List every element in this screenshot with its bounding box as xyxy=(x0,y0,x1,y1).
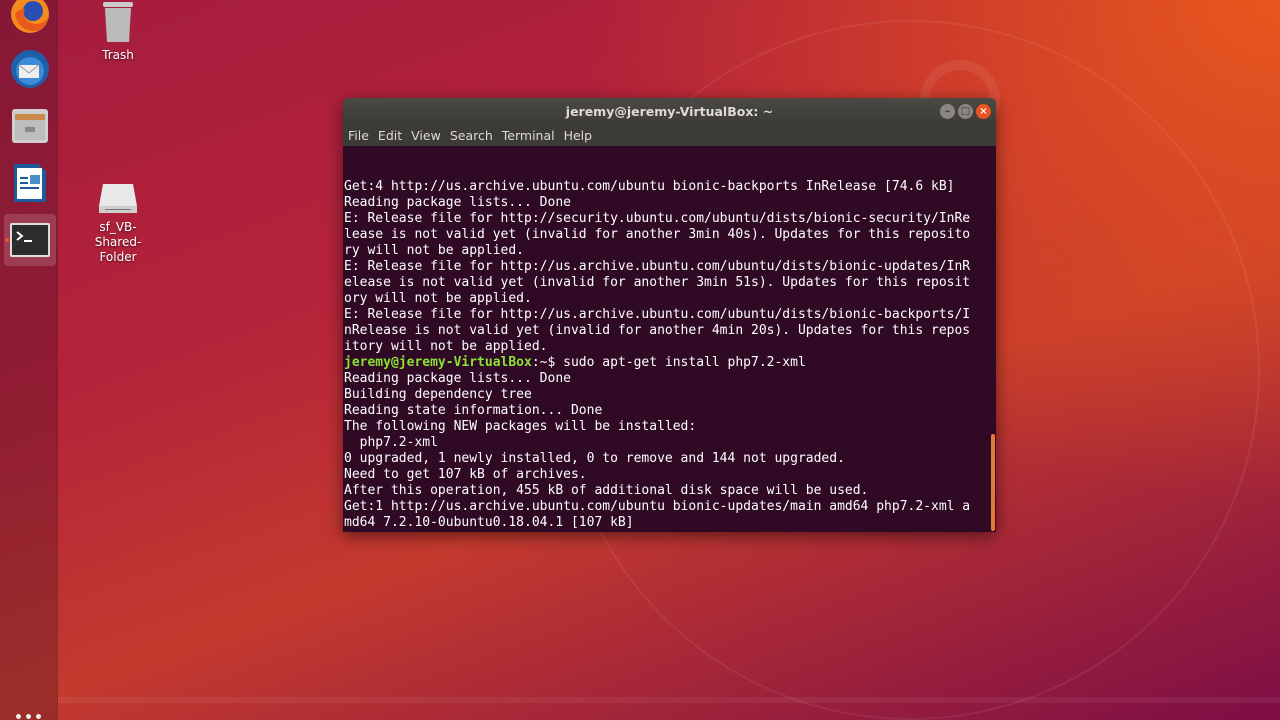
running-indicator xyxy=(5,238,9,242)
dock-writer[interactable] xyxy=(4,157,56,209)
output-line: Need to get 107 kB of archives. xyxy=(344,467,587,482)
prompt: jeremy@jeremy-VirtualBox xyxy=(344,355,532,370)
output-line: elease is not valid yet (invalid for ano… xyxy=(344,275,971,290)
dock-thunderbird[interactable] xyxy=(4,43,56,95)
desktop-shared-folder[interactable]: sf_VB- Shared- Folder xyxy=(78,182,158,265)
window-title: jeremy@jeremy-VirtualBox: ~ xyxy=(565,104,774,119)
dock-terminal[interactable] xyxy=(4,214,56,266)
drive-icon xyxy=(99,184,137,213)
trash-icon xyxy=(103,2,133,42)
menu-view[interactable]: View xyxy=(411,128,445,143)
writer-icon xyxy=(14,164,46,202)
output-line: ory will not be applied. xyxy=(344,291,532,306)
menu-search[interactable]: Search xyxy=(450,128,497,143)
output-line: Fetched 107 kB in 0s (446 kB/s) xyxy=(344,531,990,532)
terminal-output[interactable]: Get:4 http://us.archive.ubuntu.com/ubunt… xyxy=(344,147,990,532)
wallpaper-band xyxy=(58,697,1280,703)
terminal-icon xyxy=(10,223,50,257)
output-line: Reading package lists... Done xyxy=(344,371,571,386)
terminal-window: jeremy@jeremy-VirtualBox: ~ – □ × File E… xyxy=(343,98,996,532)
scrollbar[interactable] xyxy=(991,434,995,531)
show-applications-button[interactable] xyxy=(16,714,41,719)
output-line: E: Release file for http://us.archive.ub… xyxy=(344,307,971,322)
command-line: jeremy@jeremy-VirtualBox:~$ sudo apt-get… xyxy=(344,355,990,371)
desktop-trash[interactable]: Trash xyxy=(78,0,158,63)
output-line: php7.2-xml xyxy=(344,435,438,450)
dock-firefox[interactable] xyxy=(4,0,56,40)
output-line: After this operation, 455 kB of addition… xyxy=(344,483,869,498)
output-line: md64 7.2.10-0ubuntu0.18.04.1 [107 kB] xyxy=(344,515,634,530)
maximize-button[interactable]: □ xyxy=(958,104,973,119)
output-line: Building dependency tree xyxy=(344,387,532,402)
output-line: The following NEW packages will be insta… xyxy=(344,419,697,434)
minimize-button[interactable]: – xyxy=(940,104,955,119)
menu-bar: File Edit View Search Terminal Help xyxy=(343,125,996,146)
thunderbird-icon xyxy=(11,50,49,88)
menu-help[interactable]: Help xyxy=(564,128,597,143)
trash-label: Trash xyxy=(102,48,134,62)
output-line: Reading package lists... Done xyxy=(344,195,571,210)
menu-edit[interactable]: Edit xyxy=(378,128,406,143)
output-line: E: Release file for http://security.ubun… xyxy=(344,211,971,226)
output-line: Reading state information... Done xyxy=(344,403,603,418)
command: sudo apt-get install php7.2-xml xyxy=(563,355,806,370)
output-line: 0 upgraded, 1 newly installed, 0 to remo… xyxy=(344,451,845,466)
shared-folder-label: sf_VB- Shared- Folder xyxy=(94,220,142,264)
output-line: Get:4 http://us.archive.ubuntu.com/ubunt… xyxy=(344,179,955,194)
output-line: E: Release file for http://us.archive.ub… xyxy=(344,259,971,274)
dock-files[interactable] xyxy=(4,100,56,152)
menu-terminal[interactable]: Terminal xyxy=(502,128,559,143)
output-line: Get:1 http://us.archive.ubuntu.com/ubunt… xyxy=(344,499,971,514)
dock xyxy=(0,0,58,720)
prompt-suffix: :~$ xyxy=(531,355,564,370)
terminal-titlebar[interactable]: jeremy@jeremy-VirtualBox: ~ – □ × xyxy=(343,98,996,125)
files-icon xyxy=(12,109,48,143)
output-line: itory will not be applied. xyxy=(344,339,548,354)
close-button[interactable]: × xyxy=(976,104,991,119)
firefox-icon xyxy=(11,0,49,33)
output-line: lease is not valid yet (invalid for anot… xyxy=(344,227,971,242)
output-line: nRelease is not valid yet (invalid for a… xyxy=(344,323,971,338)
output-line: ry will not be applied. xyxy=(344,243,525,258)
menu-file[interactable]: File xyxy=(348,128,373,143)
